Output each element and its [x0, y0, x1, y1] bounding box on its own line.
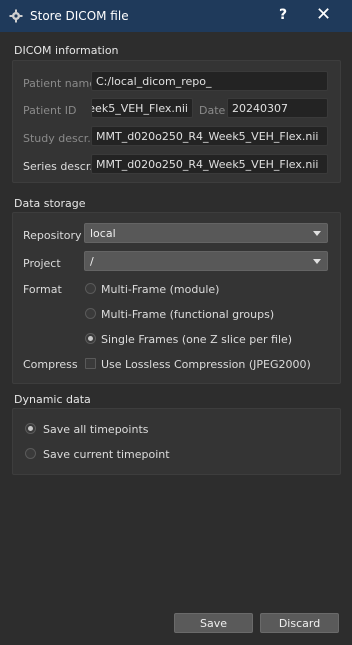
dynamic-data-group: Save all timepoints Save current timepoi…	[12, 408, 341, 475]
project-label: Project	[23, 257, 61, 270]
study-descr-label: Study descr.	[23, 132, 91, 145]
repository-label: Repository	[23, 229, 82, 242]
patient-id-field[interactable]: Week5_VEH_Flex.nii	[91, 98, 193, 118]
study-descr-field[interactable]: MMT_d020o250_R4_Week5_VEH_Flex.nii	[91, 126, 328, 146]
app-gear-icon	[9, 9, 23, 23]
patient-name-label: Patient name	[23, 77, 96, 90]
compress-option-label: Use Lossless Compression (JPEG2000)	[101, 358, 311, 371]
format-radio-multiframe-functional[interactable]	[85, 308, 96, 319]
format-option-label: Multi-Frame (module)	[101, 283, 220, 296]
format-label: Format	[23, 283, 62, 296]
repository-value: local	[90, 227, 116, 240]
data-storage-group: Repository local Project / Format Multi-…	[12, 212, 341, 384]
storage-section-title: Data storage	[14, 197, 86, 210]
format-radio-multiframe-module[interactable]	[85, 283, 96, 294]
date-field[interactable]: 20240307	[227, 98, 328, 118]
format-option-label: Multi-Frame (functional groups)	[101, 308, 275, 321]
project-value: /	[90, 255, 94, 268]
save-all-timepoints-radio[interactable]	[25, 423, 36, 434]
date-label: Date	[199, 104, 226, 117]
project-select[interactable]: /	[84, 251, 328, 271]
save-current-timepoint-radio[interactable]	[25, 448, 36, 459]
save-button[interactable]: Save	[174, 613, 253, 633]
series-descr-label: Series descr.	[23, 160, 93, 173]
compress-label: Compress	[23, 358, 78, 371]
format-option-label: Single Frames (one Z slice per file)	[101, 333, 293, 346]
dynamic-option-label: Save current timepoint	[43, 448, 170, 461]
compress-checkbox[interactable]	[85, 358, 96, 369]
format-radio-single-frames[interactable]	[85, 333, 96, 344]
chevron-down-icon	[313, 259, 321, 264]
patient-name-field[interactable]: C:/local_dicom_repo_	[91, 71, 328, 91]
title-bar: Store DICOM file ? ✕	[0, 0, 352, 32]
dicom-section-title: DICOM information	[14, 44, 119, 57]
dynamic-option-label: Save all timepoints	[43, 423, 149, 436]
dynamic-section-title: Dynamic data	[14, 393, 91, 406]
dicom-info-group: Patient name C:/local_dicom_repo_ Patien…	[12, 60, 341, 183]
close-icon[interactable]: ✕	[316, 4, 331, 25]
patient-id-label: Patient ID	[23, 104, 77, 117]
chevron-down-icon	[313, 231, 321, 236]
discard-button[interactable]: Discard	[260, 613, 339, 633]
window-title: Store DICOM file	[30, 9, 129, 23]
repository-select[interactable]: local	[84, 223, 328, 243]
series-descr-field[interactable]: MMT_d020o250_R4_Week5_VEH_Flex.nii	[91, 154, 328, 174]
help-button[interactable]: ?	[279, 7, 287, 23]
